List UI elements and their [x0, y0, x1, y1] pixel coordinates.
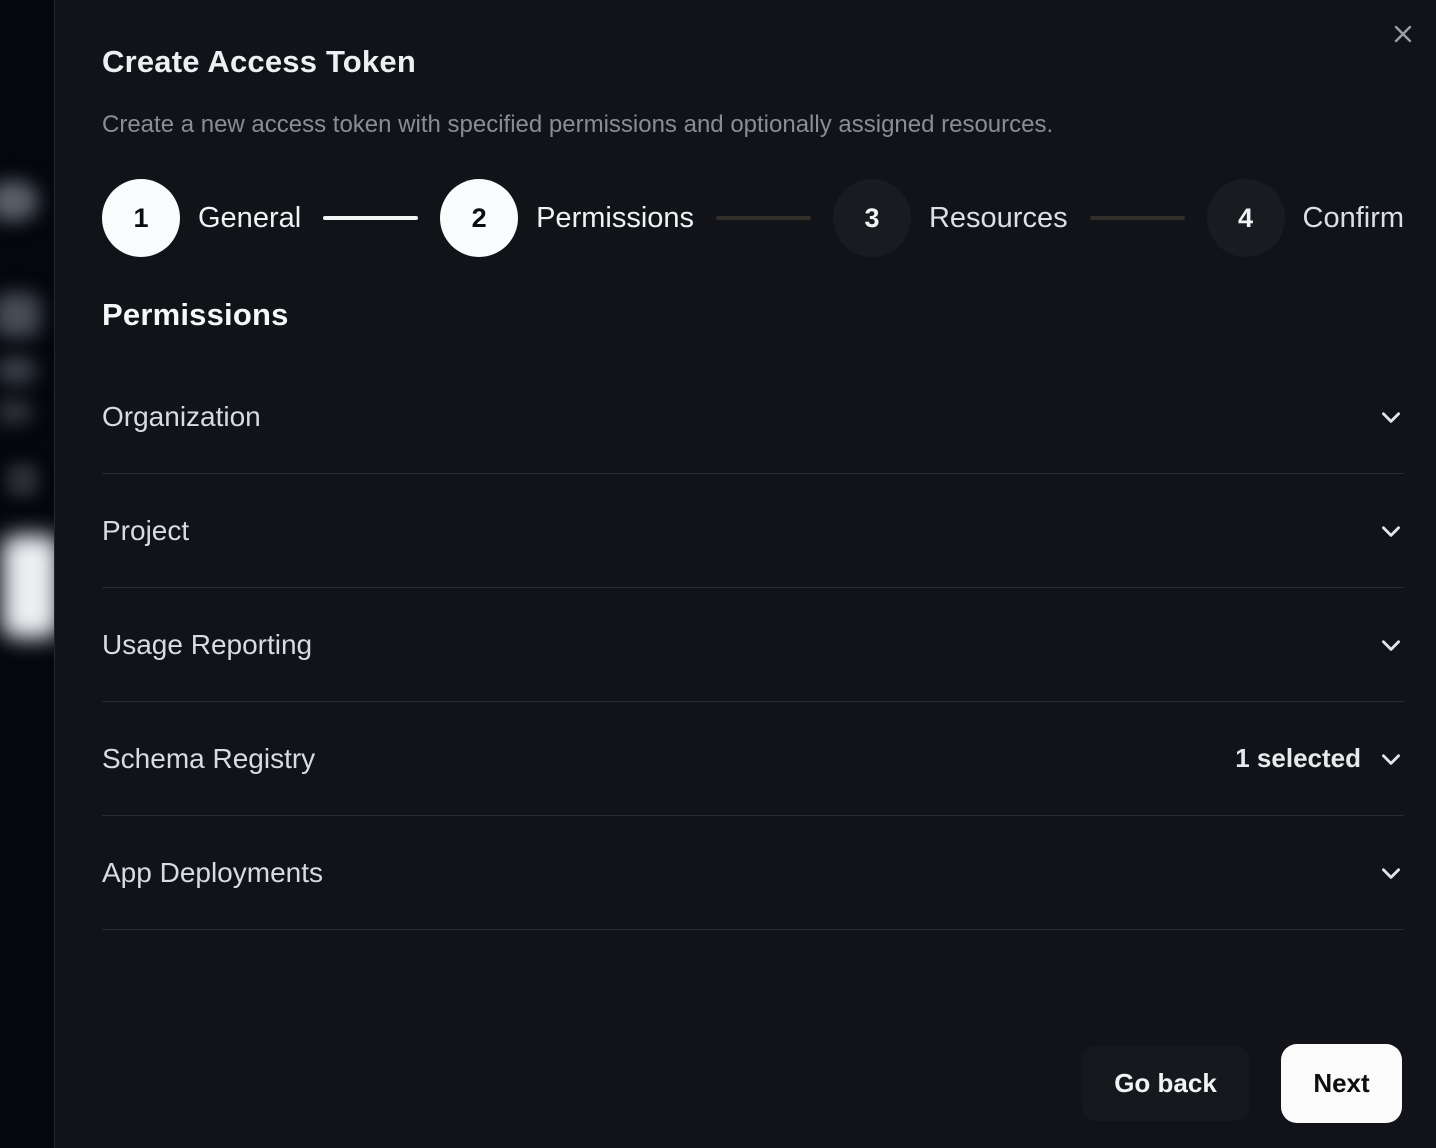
background-blur-card: [2, 535, 59, 638]
step-number-badge: 1: [102, 179, 180, 257]
close-icon[interactable]: [1389, 20, 1417, 48]
step-label: Resources: [929, 202, 1068, 235]
step-number-badge: 3: [833, 179, 911, 257]
background-blur-text: [0, 399, 32, 424]
step-label: General: [198, 202, 301, 235]
modal-subtitle: Create a new access token with specified…: [102, 111, 1053, 139]
accordion-row-usage-reporting[interactable]: Usage Reporting: [102, 588, 1404, 702]
chevron-down-icon: [1378, 860, 1404, 886]
accordion-row-label: Project: [102, 515, 189, 547]
modal-title: Create Access Token: [102, 44, 416, 80]
chevron-down-icon: [1378, 746, 1404, 772]
step-label: Permissions: [536, 202, 694, 235]
chevron-down-icon: [1378, 632, 1404, 658]
next-button[interactable]: Next: [1281, 1044, 1402, 1123]
step-confirm[interactable]: 4 Confirm: [1207, 179, 1405, 257]
accordion-row-app-deployments[interactable]: App Deployments: [102, 816, 1404, 930]
selection-count-badge: 1 selected: [1235, 743, 1361, 774]
accordion-row-label: Organization: [102, 401, 261, 433]
create-access-token-modal: Create Access Token Create a new access …: [54, 0, 1436, 1148]
go-back-button[interactable]: Go back: [1082, 1046, 1249, 1121]
chevron-down-icon: [1378, 404, 1404, 430]
step-number-badge: 2: [440, 179, 518, 257]
accordion-row-label: Schema Registry: [102, 743, 315, 775]
step-resources[interactable]: 3 Resources: [833, 179, 1068, 257]
step-connector-upcoming: [716, 216, 811, 220]
background-blur-text: [0, 293, 40, 337]
accordion-row-project[interactable]: Project: [102, 474, 1404, 588]
step-connector-complete: [323, 216, 418, 220]
step-general[interactable]: 1 General: [102, 179, 301, 257]
accordion-row-label: App Deployments: [102, 857, 323, 889]
section-heading: Permissions: [102, 297, 289, 333]
accordion-row-schema-registry[interactable]: Schema Registry 1 selected: [102, 702, 1404, 816]
step-number-badge: 4: [1207, 179, 1285, 257]
accordion-row-organization[interactable]: Organization: [102, 360, 1404, 474]
screen: Create Access Token Create a new access …: [0, 0, 1436, 1148]
step-connector-upcoming: [1090, 216, 1185, 220]
background-blur-square: [6, 463, 39, 497]
background-blur-pill: [0, 181, 38, 221]
chevron-down-icon: [1378, 518, 1404, 544]
background-blur-text: [0, 357, 36, 384]
step-label: Confirm: [1303, 202, 1405, 235]
stepper: 1 General 2 Permissions 3 Resources 4 Co…: [102, 179, 1404, 257]
step-permissions[interactable]: 2 Permissions: [440, 179, 694, 257]
accordion-row-label: Usage Reporting: [102, 629, 312, 661]
permissions-accordion: Organization Project Usage Reporting: [102, 360, 1404, 930]
